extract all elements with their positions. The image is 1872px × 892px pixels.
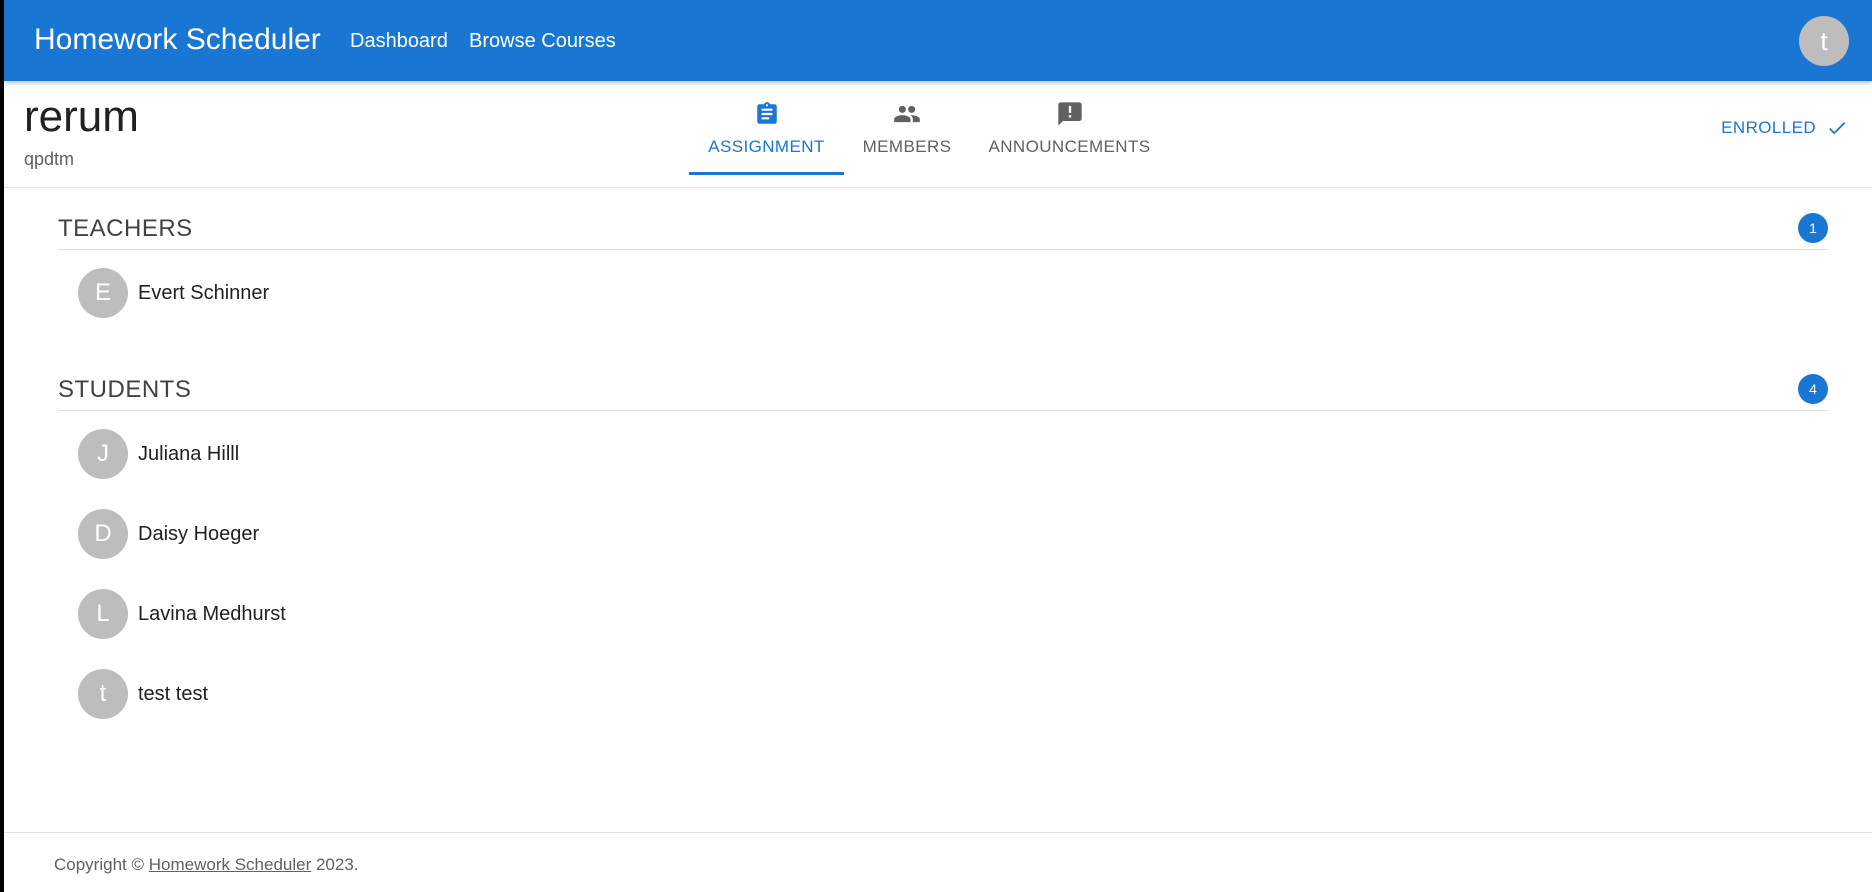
course-title: rerum [24,92,139,141]
people-icon [892,99,922,129]
list-item[interactable]: t test test [78,669,1828,719]
students-list: J Juliana Hilll D Daisy Hoeger L Lavina … [58,429,1828,719]
avatar: J [78,429,128,479]
tab-members[interactable]: MEMBERS [847,81,967,175]
footer-homework-scheduler-link[interactable]: Homework Scheduler [149,855,312,874]
teachers-list: E Evert Schinner [58,268,1828,318]
member-name: test test [138,682,209,705]
list-item[interactable]: E Evert Schinner [78,268,1828,318]
students-section: STUDENTS 4 J Juliana Hilll D Daisy Hoege… [58,370,1828,749]
copyright-text: Copyright © Homework Scheduler 2023. [54,855,359,875]
nav-dashboard-link[interactable]: Dashboard [350,29,448,53]
tab-assignment-label: ASSIGNMENT [708,137,825,156]
copyright-prefix: Copyright © [54,855,149,874]
enrolled-label: ENROLLED [1721,118,1816,137]
list-item[interactable]: J Juliana Hilll [78,429,1828,479]
announcement-icon [1055,99,1085,129]
app-title[interactable]: Homework Scheduler [34,22,321,58]
tab-assignment[interactable]: ASSIGNMENT [689,81,844,175]
member-name: Evert Schinner [138,281,270,304]
course-subtitle: qpdtm [24,149,75,169]
avatar: L [78,589,128,639]
member-name: Lavina Medhurst [138,602,286,625]
list-item[interactable]: L Lavina Medhurst [78,589,1828,639]
students-count-badge: 4 [1798,374,1828,404]
avatar: D [78,509,128,559]
tab-announcements[interactable]: ANNOUNCEMENTS [982,81,1157,175]
teachers-count-badge: 1 [1798,213,1828,243]
check-icon [1826,117,1848,139]
teachers-header: TEACHERS 1 [58,209,1828,250]
list-item[interactable]: D Daisy Hoeger [78,509,1828,559]
teachers-title: TEACHERS [58,215,193,242]
user-avatar[interactable]: t [1799,16,1849,66]
footer: Copyright © Homework Scheduler 2023. [4,832,1872,892]
page: Homework Scheduler Dashboard Browse Cour… [0,0,1872,892]
students-header: STUDENTS 4 [58,370,1828,411]
teachers-section: TEACHERS 1 E Evert Schinner [58,209,1828,348]
avatar: E [78,268,128,318]
app-bar: Homework Scheduler Dashboard Browse Cour… [4,0,1872,81]
member-name: Daisy Hoeger [138,522,260,545]
avatar: t [78,669,128,719]
copyright-suffix: 2023. [311,855,359,874]
nav-browse-courses-link[interactable]: Browse Courses [469,29,616,53]
tab-announcements-label: ANNOUNCEMENTS [988,137,1151,156]
clipboard-icon [752,99,782,129]
course-header: rerum qpdtm ASSIGNMENT MEMBERS ANNOUNCEM… [4,81,1872,188]
enrolled-button[interactable]: ENROLLED [1721,117,1848,139]
tab-members-label: MEMBERS [862,137,952,156]
member-name: Juliana Hilll [138,442,240,465]
students-title: STUDENTS [58,376,192,403]
